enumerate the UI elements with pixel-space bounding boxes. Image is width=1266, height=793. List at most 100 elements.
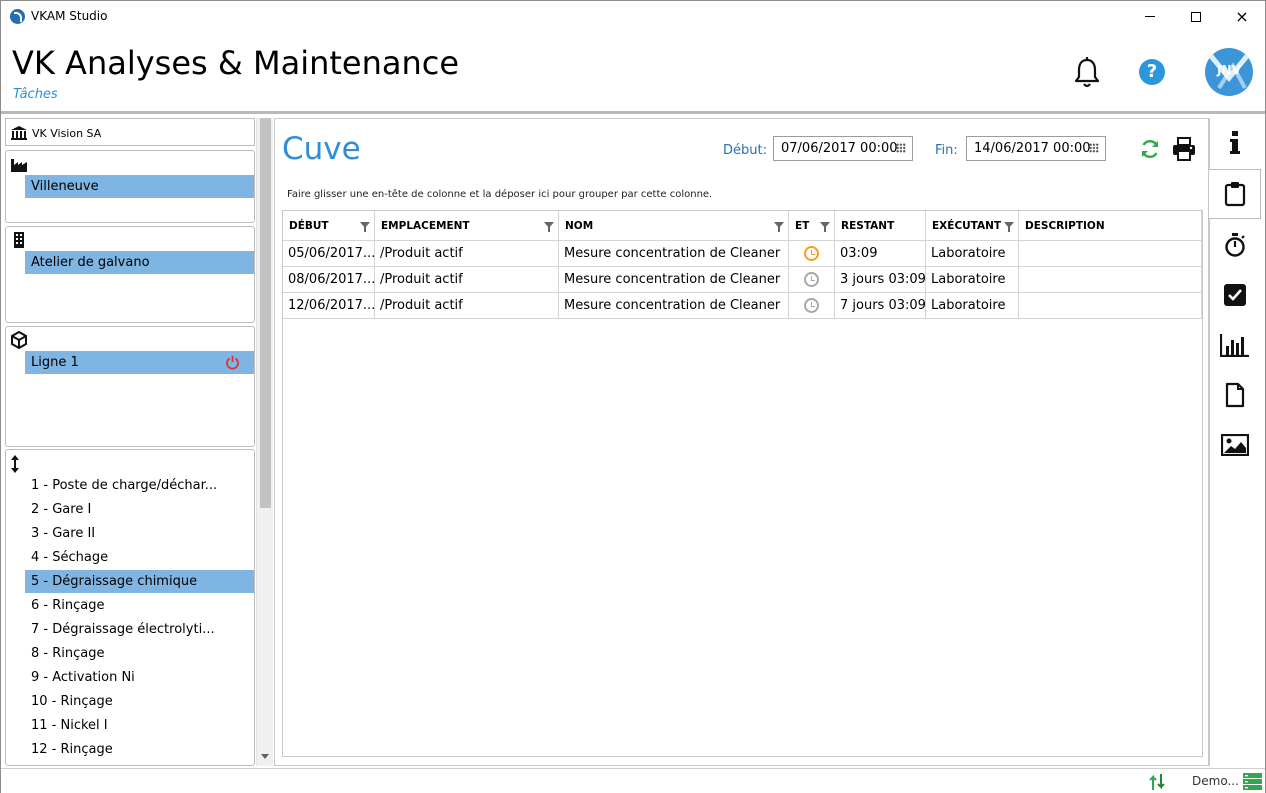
group-by-hint: Faire glisser une en-tête de colonne et … xyxy=(287,189,713,200)
table-row[interactable]: 12/06/2017.../Produit actif Mesure concen… xyxy=(283,293,1202,319)
tab-charts[interactable] xyxy=(1210,320,1260,370)
database-status-icon[interactable] xyxy=(1243,773,1262,790)
power-icon[interactable] xyxy=(225,355,240,370)
column-header-label: EXÉCUTANT xyxy=(932,220,1002,232)
status-bar: Demo... xyxy=(1,768,1265,793)
close-icon: × xyxy=(1235,6,1249,26)
clock-orange-icon xyxy=(804,246,819,261)
tab-checklist[interactable] xyxy=(1210,270,1260,320)
column-header-label: DESCRIPTION xyxy=(1025,220,1105,232)
poste-item[interactable]: 10 - Rinçage xyxy=(25,690,254,713)
cell-emplacement: /Produit actif xyxy=(375,267,559,293)
task-grid: DÉBUT EMPLACEMENT NOM ET RESTANT EXÉCUTANT DES… xyxy=(282,210,1203,757)
tab-images[interactable] xyxy=(1210,420,1260,470)
site-item-villeneuve[interactable]: Villeneuve xyxy=(25,175,254,198)
avatar[interactable]: JNV xyxy=(1205,48,1253,96)
scrollbar-thumb[interactable] xyxy=(260,118,271,508)
tab-tasks[interactable] xyxy=(1209,169,1261,219)
poste-item[interactable]: 5 - Dégraissage chimique xyxy=(25,570,254,593)
bar-chart-icon xyxy=(1220,334,1249,357)
clock-grey-icon xyxy=(804,298,819,313)
end-date-field[interactable]: 14/06/2017 00:00 xyxy=(966,136,1106,161)
cell-nom: Mesure concentration de Cleaner xyxy=(559,293,789,319)
maximize-button[interactable] xyxy=(1173,1,1219,32)
checkbox-icon xyxy=(1224,284,1246,306)
line-item-ligne-1[interactable]: Ligne 1 xyxy=(25,351,254,374)
column-header-nom[interactable]: NOM xyxy=(559,211,789,241)
filter-icon[interactable] xyxy=(360,222,370,232)
column-header-etat[interactable]: ET xyxy=(789,211,835,241)
minimize-button[interactable] xyxy=(1127,1,1173,32)
bell-icon[interactable] xyxy=(1072,56,1102,90)
cell-nom: Mesure concentration de Cleaner xyxy=(559,267,789,293)
cell-restant: 7 jours 03:09 xyxy=(835,293,926,319)
column-header-description[interactable]: DESCRIPTION xyxy=(1019,211,1202,241)
building-item-atelier[interactable]: Atelier de galvano xyxy=(25,251,254,274)
table-row[interactable]: 05/06/2017.../Produit actif Mesure concen… xyxy=(283,241,1202,267)
help-button[interactable]: ? xyxy=(1139,59,1165,85)
close-button[interactable]: × xyxy=(1219,1,1265,32)
side-tab-strip xyxy=(1209,118,1265,766)
avatar-initials: JNV xyxy=(1217,63,1241,77)
scroll-down-icon[interactable] xyxy=(261,754,269,759)
title-bar: VKAM Studio × xyxy=(1,1,1265,32)
tab-info[interactable] xyxy=(1210,118,1260,168)
calendar-icon[interactable] xyxy=(896,143,906,153)
info-icon xyxy=(1230,131,1240,154)
column-header-label: NOM xyxy=(565,220,594,232)
cell-executant: Laboratoire xyxy=(926,267,1019,293)
start-date-label: Début: xyxy=(723,143,767,158)
image-icon xyxy=(1221,434,1249,456)
filter-icon[interactable] xyxy=(544,222,554,232)
poste-item[interactable]: 2 - Gare I xyxy=(25,498,254,521)
page-title: Cuve xyxy=(282,131,361,167)
poste-item[interactable]: 9 - Activation Ni xyxy=(25,666,254,689)
tab-documents[interactable] xyxy=(1210,370,1260,420)
hierarchy-scrollbar[interactable] xyxy=(256,118,273,766)
line-item-label: Ligne 1 xyxy=(31,355,79,370)
calendar-icon[interactable] xyxy=(1089,143,1099,153)
header-divider xyxy=(1,111,1265,114)
cell-nom: Mesure concentration de Cleaner xyxy=(559,241,789,267)
clock-grey-icon xyxy=(804,272,819,287)
column-header-debut[interactable]: DÉBUT xyxy=(283,211,375,241)
filter-icon[interactable] xyxy=(820,222,830,232)
app-logo-icon xyxy=(10,9,25,24)
column-header-emplacement[interactable]: EMPLACEMENT xyxy=(375,211,559,241)
poste-item[interactable]: 3 - Gare II xyxy=(25,522,254,545)
organization-row[interactable]: VK Vision SA xyxy=(5,118,255,146)
column-header-label: ET xyxy=(795,220,810,232)
page-subtitle: Tâches xyxy=(13,87,58,102)
clipboard-icon xyxy=(1224,182,1245,207)
cell-emplacement: /Produit actif xyxy=(375,241,559,267)
building-group: Atelier de galvano xyxy=(5,226,255,323)
refresh-icon[interactable] xyxy=(1139,138,1161,160)
column-header-executant[interactable]: EXÉCUTANT xyxy=(926,211,1019,241)
cell-restant: 03:09 xyxy=(835,241,926,267)
poste-item[interactable]: 12 - Rinçage xyxy=(25,738,254,761)
cube-icon xyxy=(11,331,27,349)
poste-item[interactable]: 4 - Séchage xyxy=(25,546,254,569)
table-row[interactable]: 08/06/2017.../Produit actif Mesure concen… xyxy=(283,267,1202,293)
poste-item[interactable]: 8 - Rinçage xyxy=(25,642,254,665)
end-date-value: 14/06/2017 00:00 xyxy=(974,141,1091,156)
start-date-field[interactable]: 07/06/2017 00:00 xyxy=(773,136,913,161)
app-name: VK Analyses & Maintenance xyxy=(12,44,460,82)
poste-item[interactable]: 7 - Dégraissage électrolyti... xyxy=(25,618,254,641)
filter-icon[interactable] xyxy=(1004,222,1014,232)
column-header-label: RESTANT xyxy=(841,220,895,232)
building-icon xyxy=(14,232,24,248)
column-header-restant[interactable]: RESTANT xyxy=(835,211,926,241)
printer-icon[interactable] xyxy=(1171,136,1197,162)
filter-icon[interactable] xyxy=(774,222,784,232)
stopwatch-icon xyxy=(1225,233,1245,257)
poste-item[interactable]: 1 - Poste de charge/déchar... xyxy=(25,474,254,497)
poste-item[interactable]: 6 - Rinçage xyxy=(25,594,254,617)
cell-debut: 08/06/2017... xyxy=(283,267,375,293)
sync-arrows-icon[interactable] xyxy=(1149,773,1165,791)
tab-timer[interactable] xyxy=(1210,220,1260,270)
cell-etat xyxy=(789,293,835,319)
line-group: Ligne 1 xyxy=(5,326,255,447)
cell-etat xyxy=(789,241,835,267)
poste-item[interactable]: 11 - Nickel I xyxy=(25,714,254,737)
